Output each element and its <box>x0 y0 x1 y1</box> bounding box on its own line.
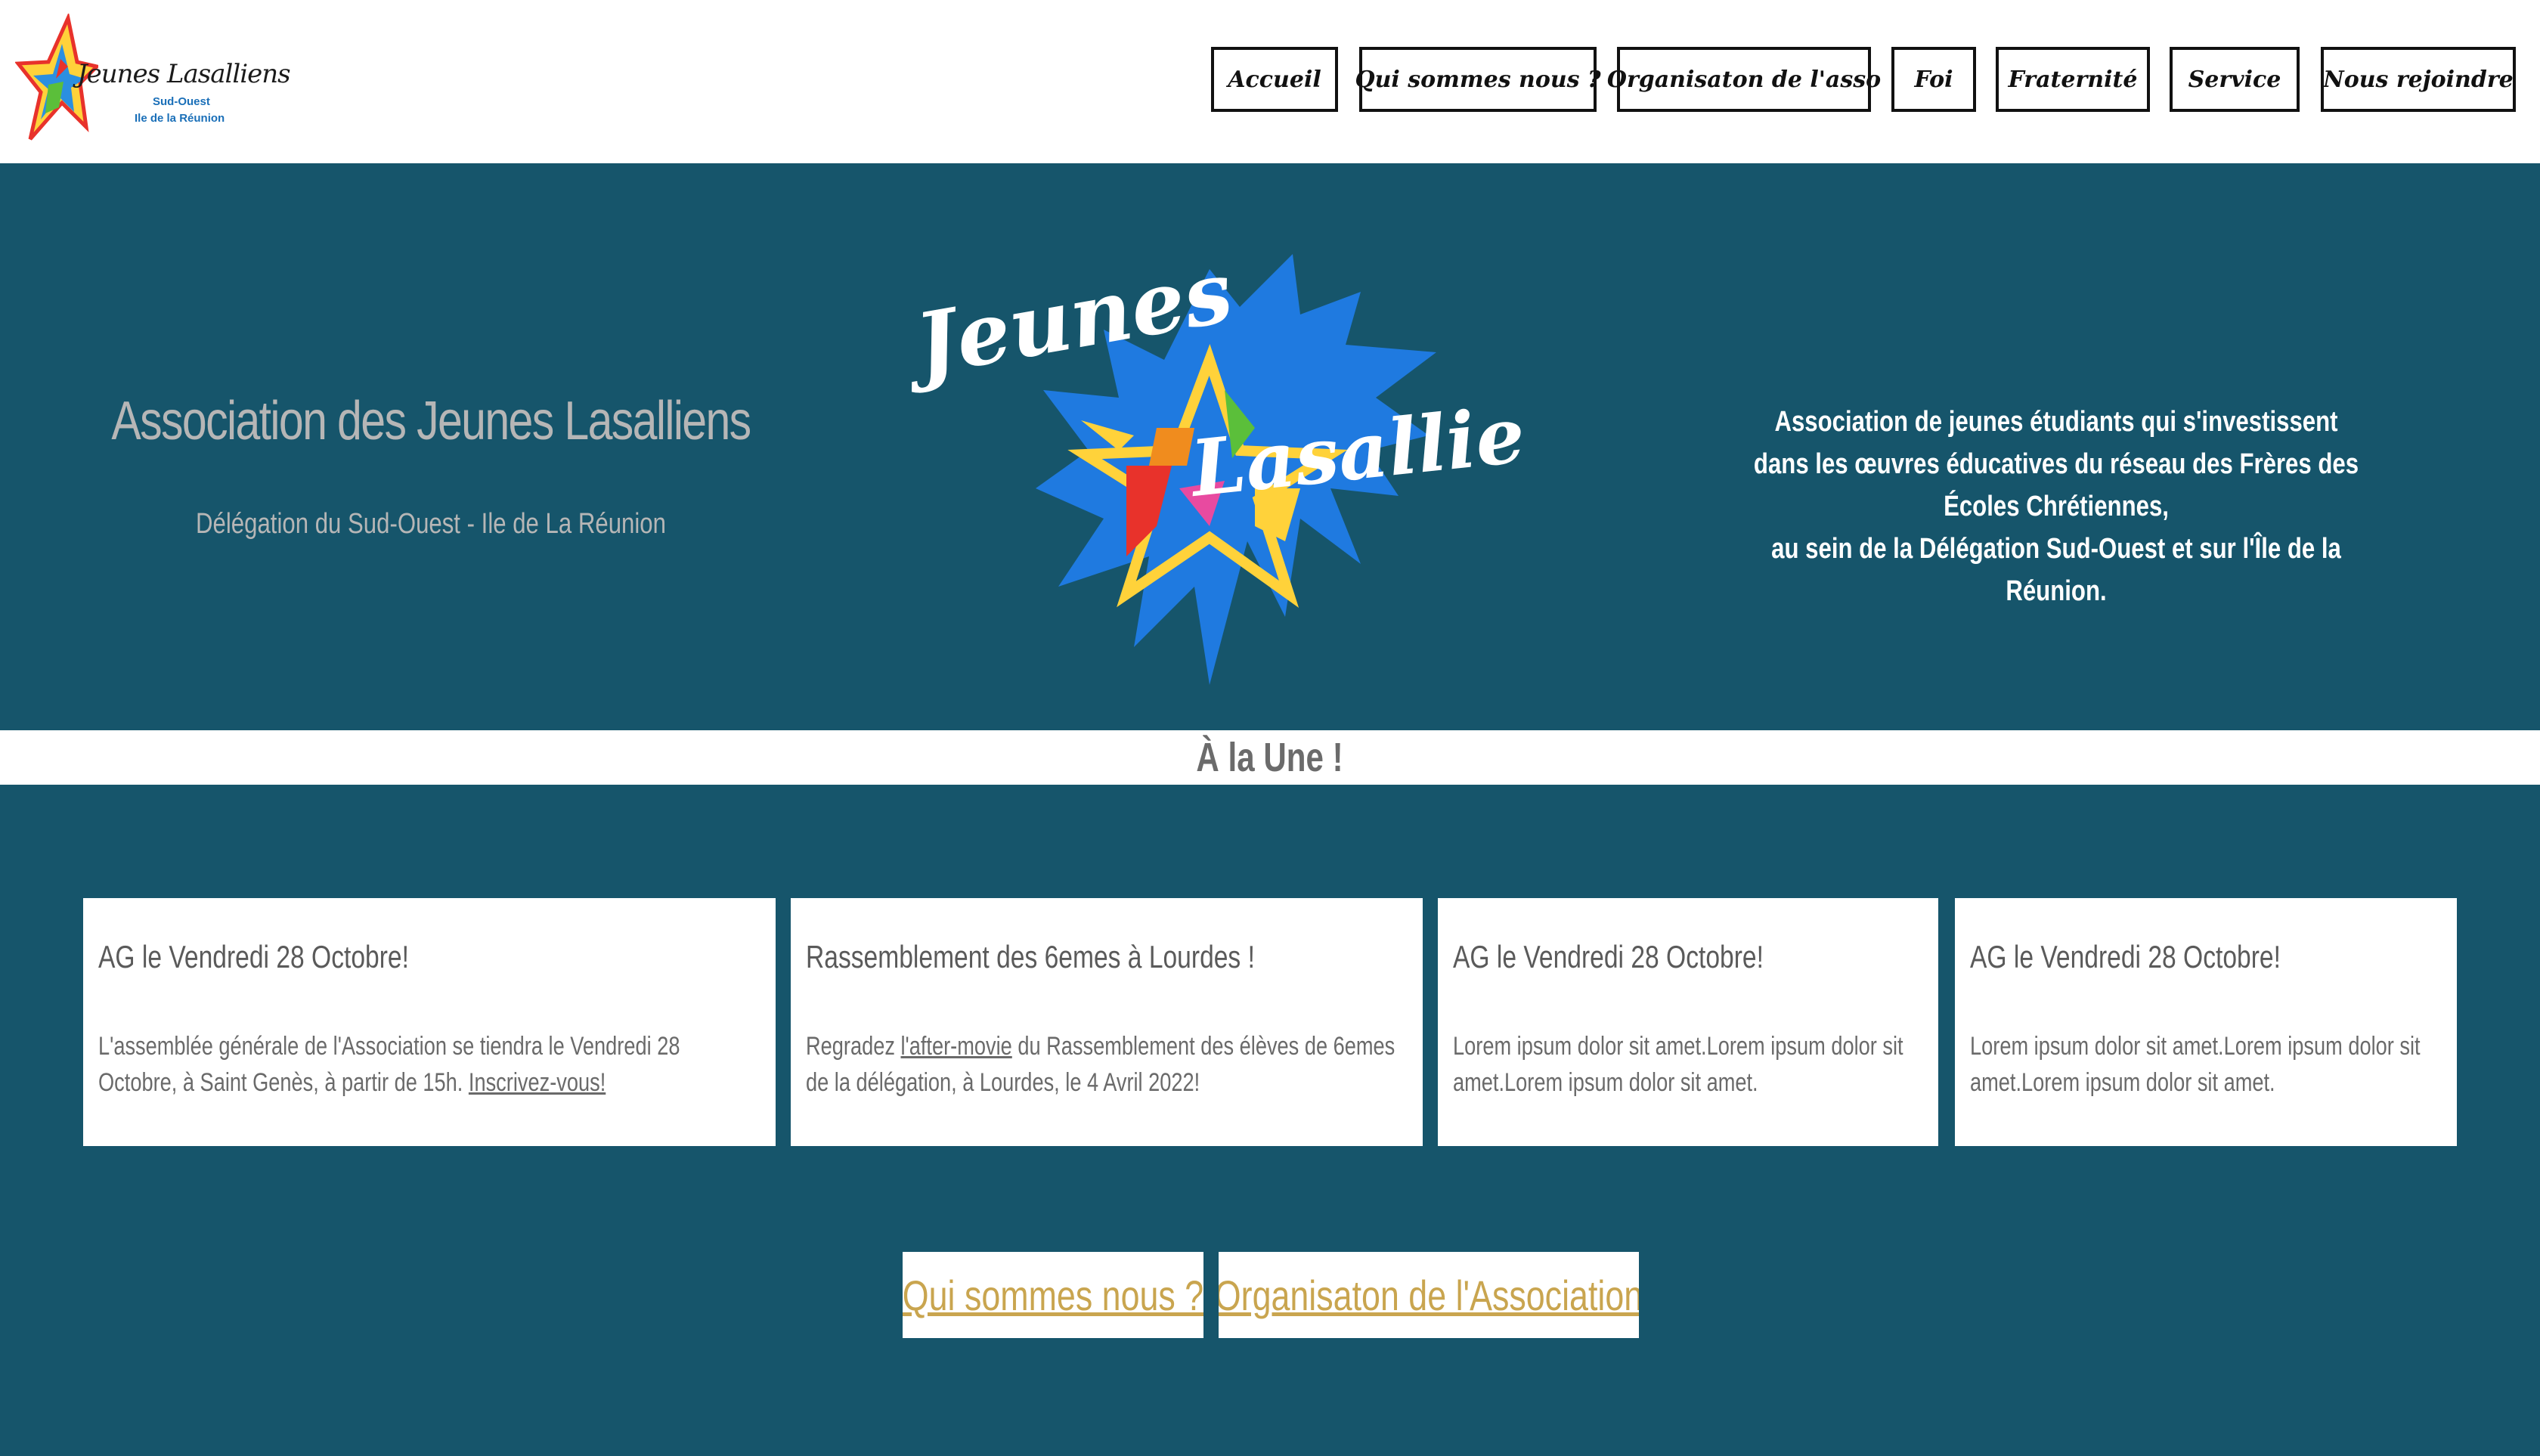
after-movie-link[interactable]: l'after-movie <box>901 1032 1012 1061</box>
hero-description-line: Association de jeunes étudiants qui s'in… <box>1774 406 2338 438</box>
news-card: AG le Vendredi 28 Octobre! Lorem ipsum d… <box>1438 898 1938 1146</box>
news-card: AG le Vendredi 28 Octobre! Lorem ipsum d… <box>1955 898 2457 1146</box>
section-title-text: À la Une ! <box>1196 735 1344 780</box>
news-card-body: Regradez l'after-movie du Rassemblement … <box>806 1028 1408 1101</box>
nav-organisation[interactable]: Organisaton de l'asso <box>1607 47 1881 112</box>
register-link[interactable]: Inscrivez-vous! <box>469 1068 606 1097</box>
section-title-a-la-une: À la Une ! <box>0 730 2540 785</box>
qui-sommes-nous-label: Qui sommes nous ? <box>903 1271 1203 1319</box>
news-card: AG le Vendredi 28 Octobre! L'assemblée g… <box>83 898 776 1146</box>
news-card-body: Lorem ipsum dolor sit amet.Lorem ipsum d… <box>1453 1032 1903 1097</box>
news-card-title: AG le Vendredi 28 Octobre! <box>98 939 409 974</box>
organisation-button[interactable]: Organisaton de l'Association <box>1219 1252 1639 1338</box>
hero-banner: Association des Jeunes Lasalliens Déléga… <box>0 163 2540 730</box>
nav-foi[interactable]: Foi <box>1891 47 1976 112</box>
organisation-label: Organisaton de l'Association <box>1219 1271 1639 1319</box>
nav-service[interactable]: Service <box>2170 47 2300 112</box>
hero-description-line: dans les œuvres éducatives du réseau des… <box>1753 448 2359 522</box>
hero-description-line: au sein de la Délégation Sud-Ouest et su… <box>1771 533 2341 607</box>
news-card-text: Regradez <box>806 1032 901 1061</box>
logo-title: Jeunes Lasalliens <box>77 59 291 89</box>
news-card: Rassemblement des 6emes à Lourdes ! Regr… <box>791 898 1423 1146</box>
hero-subtitle: Délégation du Sud-Ouest - Ile de La Réun… <box>196 508 666 540</box>
logo-subtitle-line1: Sud-Ouest <box>153 95 210 108</box>
qui-sommes-nous-button[interactable]: Qui sommes nous ? <box>903 1252 1203 1338</box>
main-nav: Accueil Qui sommes nous ? Organisaton de… <box>1211 47 2516 115</box>
hero-description: Association de jeunes étudiants qui s'in… <box>1721 401 2391 612</box>
hero-logo: Jeunes Lasalliens <box>895 239 1628 700</box>
nav-fraternite[interactable]: Fraternité <box>1996 47 2150 112</box>
news-card-title: AG le Vendredi 28 Octobre! <box>1970 939 2281 974</box>
site-logo[interactable]: Jeunes Lasalliens Sud-Ouest Ile de la Ré… <box>15 14 291 144</box>
hero-star-logo-icon: Jeunes Lasalliens <box>895 242 1628 685</box>
nav-nous-rejoindre[interactable]: Nous rejoindre <box>2321 47 2516 112</box>
site-header: Jeunes Lasalliens Sud-Ouest Ile de la Ré… <box>0 0 2540 163</box>
nav-qui-sommes-nous[interactable]: Qui sommes nous ? <box>1355 47 1601 112</box>
news-card-title: Rassemblement des 6emes à Lourdes ! <box>806 939 1255 974</box>
news-section: AG le Vendredi 28 Octobre! L'assemblée g… <box>0 785 2540 1456</box>
logo-subtitle-line2: Ile de la Réunion <box>135 112 225 125</box>
news-card-body: L'assemblée générale de l'Association se… <box>98 1028 760 1101</box>
news-card-title: AG le Vendredi 28 Octobre! <box>1453 939 1764 974</box>
news-card-body: Lorem ipsum dolor sit amet.Lorem ipsum d… <box>1970 1032 2421 1097</box>
hero-title: Association des Jeunes Lasalliens <box>111 391 751 451</box>
nav-accueil[interactable]: Accueil <box>1211 47 1338 112</box>
